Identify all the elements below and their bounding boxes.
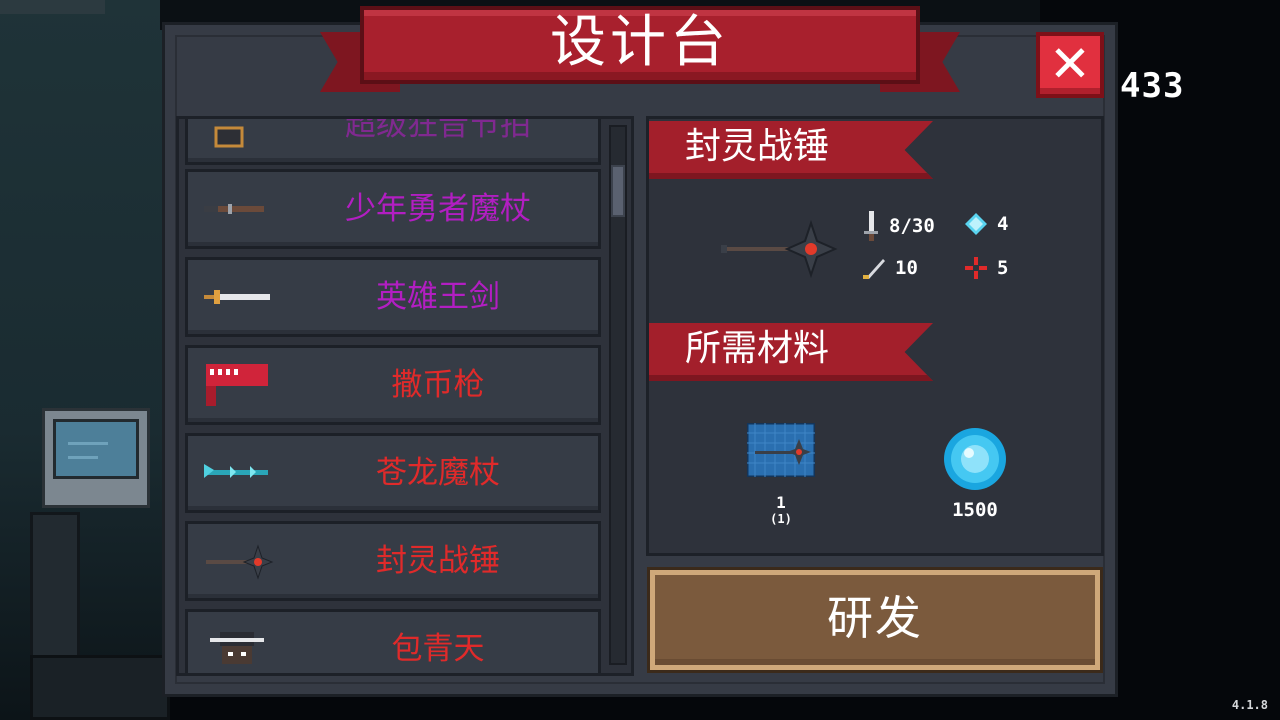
background-floor [30, 655, 170, 720]
list-item[interactable]: 超级狂音节拍 [185, 116, 601, 165]
page-title: 设计台 [550, 10, 730, 75]
research-button[interactable]: 研发 [650, 570, 1100, 670]
title-banner: 设计台 [320, 6, 960, 92]
staff-icon [204, 204, 264, 214]
weapon-stats: 8/30 4 10 5 [861, 211, 1061, 301]
scrollbar-thumb[interactable] [611, 165, 625, 217]
crit-value: 10 [895, 257, 918, 279]
accuracy-value: 5 [997, 257, 1009, 279]
item-name: 封灵战锤 [376, 543, 500, 579]
list-scrollbar[interactable] [609, 125, 627, 665]
item-name: 撒币枪 [391, 367, 485, 403]
war-hammer-icon [721, 219, 838, 279]
damage-stat: 8/30 [861, 211, 935, 241]
damage-value: 8/30 [889, 215, 935, 237]
accuracy-stat: 5 [963, 255, 1008, 281]
monitor-screen [53, 419, 139, 479]
blueprint-list[interactable]: 超级狂音节拍 少年勇者魔杖 英雄王剑 撒币枪 苍龙魔杖 封灵战锤 包青天 [176, 116, 634, 676]
material-owned: (1) [770, 512, 792, 526]
war-hammer-icon [206, 544, 274, 580]
dragon-staff-icon [204, 464, 268, 478]
crit-knife-icon [863, 259, 885, 279]
sword-icon [204, 290, 270, 304]
crosshair-icon [965, 257, 987, 279]
gem-icon [944, 428, 1006, 490]
item-name: 苍龙魔杖 [376, 455, 500, 491]
weapon-detail-panel: 封灵战锤 8/30 4 10 5 所需材料 1 (1) 1500 [646, 116, 1104, 556]
background-dark [1115, 0, 1280, 720]
energy-value: 4 [997, 213, 1009, 235]
list-item[interactable]: 包青天 [185, 609, 601, 673]
close-icon: ✕ [1049, 35, 1091, 93]
background-wall [0, 0, 165, 720]
monitor-line [68, 442, 108, 445]
material-gems[interactable]: 1500 [935, 425, 1015, 521]
list-item[interactable]: 撒币枪 [185, 345, 601, 425]
close-button[interactable]: ✕ [1036, 32, 1104, 98]
boombox-icon [214, 126, 244, 148]
energy-crystal-icon [965, 213, 987, 235]
materials-ribbon: 所需材料 [649, 323, 933, 381]
monitor-line [68, 456, 98, 459]
item-name: 超级狂音节拍 [345, 116, 531, 143]
list-item[interactable]: 英雄王剑 [185, 257, 601, 337]
background-desk [30, 512, 80, 662]
material-count: 1 [776, 493, 786, 512]
materials-title: 所需材料 [685, 328, 830, 369]
sword-icon [864, 211, 878, 241]
gem-counter: 433 [1120, 66, 1185, 106]
list-item[interactable]: 封灵战锤 [185, 521, 601, 601]
material-count: 1500 [952, 499, 998, 521]
list-item[interactable]: 少年勇者魔杖 [185, 169, 601, 249]
background-beam [0, 0, 105, 14]
coin-gun-icon [206, 364, 268, 406]
item-name: 包青天 [391, 631, 485, 667]
blueprint-icon [745, 421, 817, 479]
background-monitor [42, 408, 150, 508]
energy-stat: 4 [963, 211, 1008, 237]
list-item[interactable]: 苍龙魔杖 [185, 433, 601, 513]
research-button-label: 研发 [827, 591, 923, 645]
weapon-name-ribbon: 封灵战锤 [649, 121, 933, 179]
version-label: 4.1.8 [1231, 698, 1268, 712]
material-blueprint[interactable]: 1 (1) [745, 421, 817, 526]
item-name: 英雄王剑 [376, 279, 500, 315]
character-bao-icon [210, 632, 264, 664]
item-name: 少年勇者魔杖 [345, 191, 531, 227]
crit-stat: 10 [861, 255, 918, 281]
weapon-name: 封灵战锤 [685, 126, 830, 167]
